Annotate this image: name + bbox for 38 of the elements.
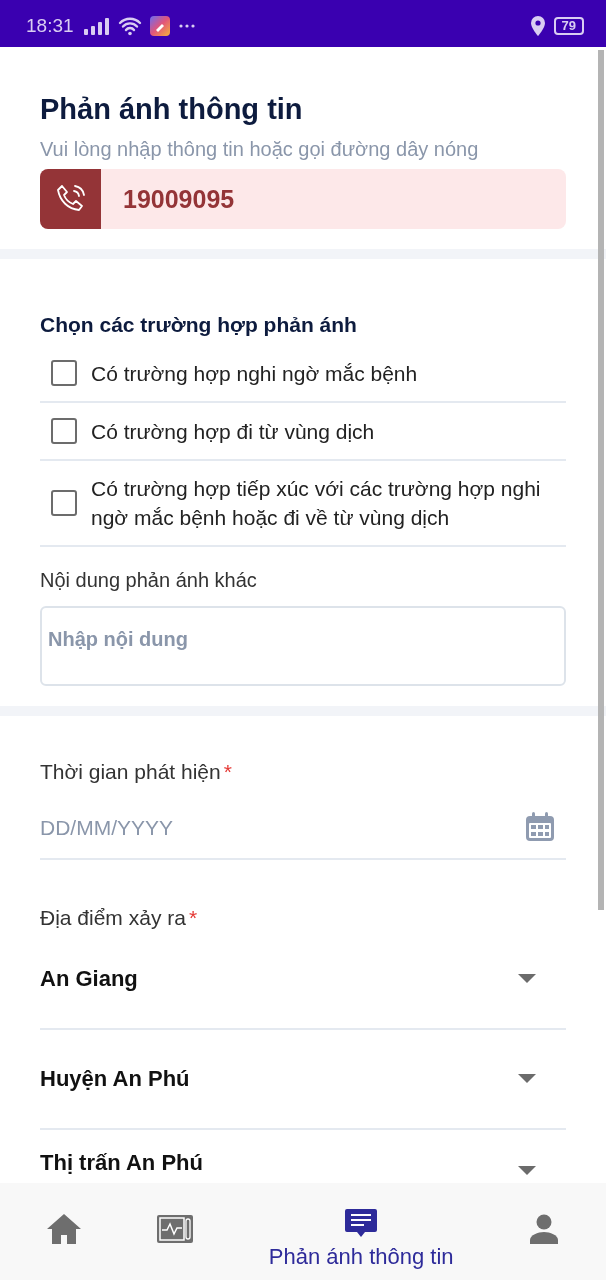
location-dropdown[interactable]: Thị trấn An Phú xyxy=(40,1130,566,1176)
field-label: Thời gian phát hiện xyxy=(40,760,221,784)
checkbox-option[interactable]: Có trường hợp nghi ngờ mắc bệnh xyxy=(40,345,566,403)
nav-tab[interactable] xyxy=(156,1213,195,1244)
nav-tab[interactable] xyxy=(46,1211,82,1246)
page-title: Phản ánh thông tin xyxy=(40,93,304,126)
wifi-icon xyxy=(117,15,142,36)
home-icon xyxy=(46,1211,82,1246)
monitor-icon xyxy=(156,1213,195,1244)
content-field[interactable]: Nhập nội dung xyxy=(40,606,566,686)
required-mark: * xyxy=(188,906,198,930)
location-dropdown[interactable]: Huyện An Phú xyxy=(40,1030,566,1130)
field-label: Nội dung phản ánh khác xyxy=(40,569,258,592)
calendar-icon xyxy=(524,811,556,843)
checkbox[interactable] xyxy=(51,418,77,444)
nav-tab[interactable]: Phản ánh thông tin xyxy=(268,1187,454,1270)
field-label: Địa điểm xảy ra xyxy=(40,906,186,930)
message-icon xyxy=(344,1207,379,1238)
hotline-button[interactable]: 19009095 xyxy=(40,169,566,229)
caret-icon xyxy=(518,1166,536,1176)
signal-icon xyxy=(83,16,110,35)
profile-icon xyxy=(528,1212,560,1245)
location-icon xyxy=(529,15,546,36)
battery-indicator: 79 xyxy=(553,16,584,35)
checkbox[interactable] xyxy=(51,360,77,386)
nav-tab[interactable] xyxy=(528,1212,560,1245)
location-dropdown[interactable]: An Giang xyxy=(40,930,566,1030)
section-heading: Chọn các trường hợp phản ánh xyxy=(40,313,358,337)
required-mark: * xyxy=(223,760,232,784)
page-subtitle: Vui lòng nhập thông tin hoặc gọi đường dây nóng xyxy=(40,138,480,161)
checkbox[interactable] xyxy=(51,490,77,516)
caret-icon xyxy=(518,1074,536,1084)
checkbox-option[interactable]: Có trường hợp đi từ vùng dịch xyxy=(40,403,566,461)
caret-icon xyxy=(518,974,536,984)
more-icon xyxy=(177,22,196,29)
checkbox-option[interactable]: Có trường hợp tiếp xúc với các trường hợp nghi ngờ mắc bệnh hoặc đi về từ vùng dịch xyxy=(40,461,566,547)
app-icon xyxy=(149,15,170,36)
clock: 18:31 xyxy=(26,14,74,37)
